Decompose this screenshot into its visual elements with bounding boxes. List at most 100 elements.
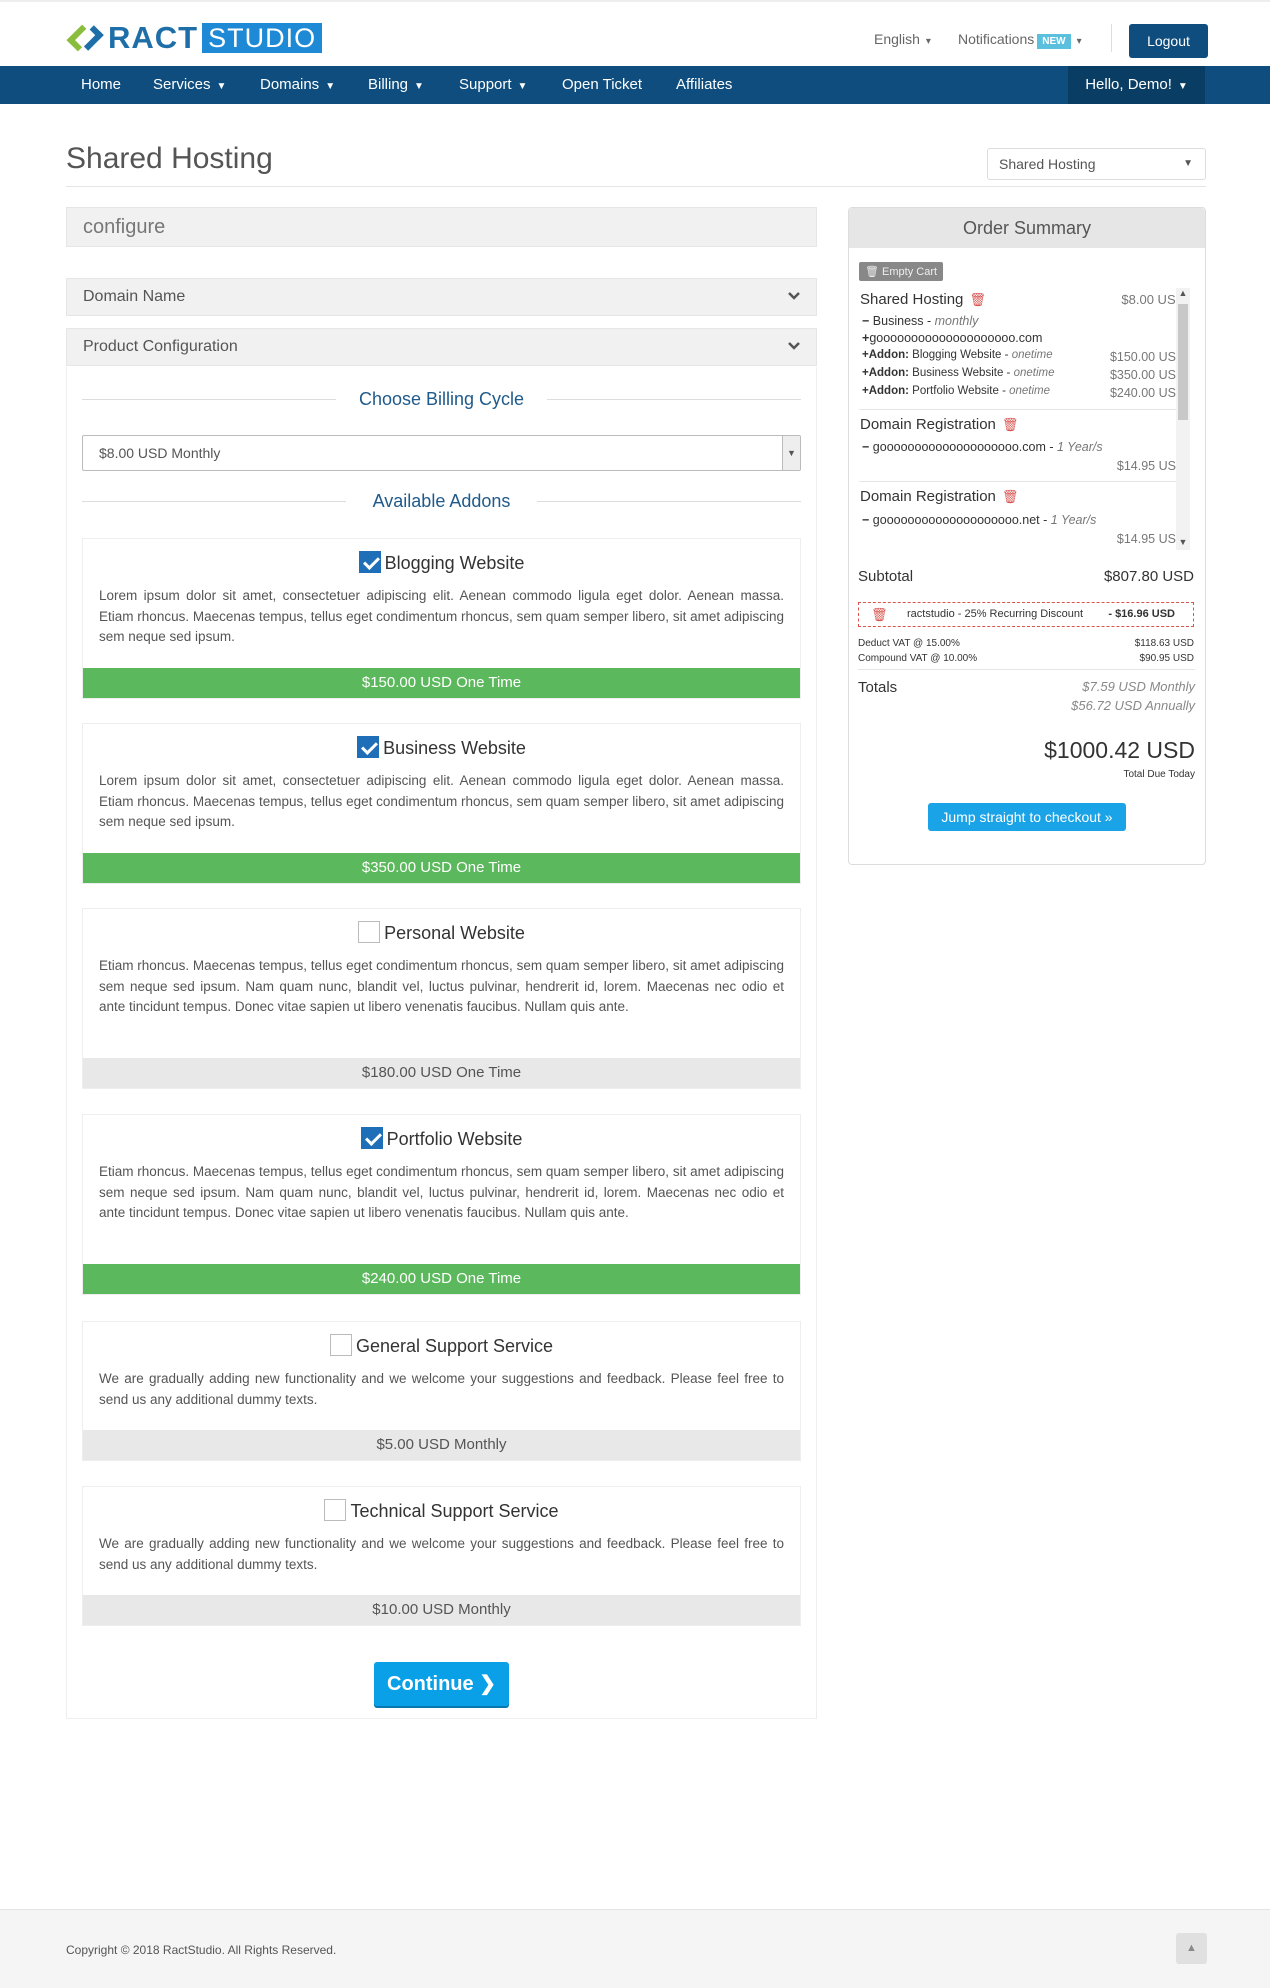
addon-label: Addon: bbox=[868, 367, 909, 379]
continue-button[interactable]: Continue ❯ bbox=[374, 1662, 509, 1706]
nav-billing[interactable]: Billing ▼ bbox=[368, 66, 424, 104]
minus-icon: − bbox=[862, 513, 870, 527]
tax-label: Deduct VAT @ 15.00% bbox=[858, 638, 960, 649]
nav-label: Support bbox=[459, 76, 512, 93]
addon-card-business[interactable]: Business Website Lorem ipsum dolor sit a… bbox=[82, 723, 801, 884]
addon-price: $10.00 USD Monthly bbox=[83, 1595, 800, 1625]
cart-addon: +Addon: Business Website - onetime bbox=[862, 367, 1055, 379]
cart-item-name: Shared Hosting 🗑 bbox=[860, 291, 986, 308]
total-due: $1000.42 USD bbox=[1044, 737, 1195, 763]
cart-item-domain: − goooooooooooooooooooo.com - 1 Year/s bbox=[862, 440, 1103, 454]
trash-icon[interactable]: 🗑 bbox=[1002, 417, 1019, 433]
cart-item-plan: − Business - monthly bbox=[862, 314, 979, 328]
addon-card-general-support[interactable]: General Support Service We are gradually… bbox=[82, 1321, 801, 1461]
cart-item-domain: − goooooooooooooooooooo.net - 1 Year/s bbox=[862, 513, 1097, 527]
recurring-annually: $56.72 USD Annually bbox=[1071, 698, 1195, 713]
domain-period: 1 Year/s bbox=[1050, 513, 1097, 527]
domain-text: goooooooooooooooooooo.net bbox=[872, 513, 1040, 527]
addon-card-personal[interactable]: Personal Website Etiam rhoncus. Maecenas… bbox=[82, 908, 801, 1089]
addon-card-blogging[interactable]: Blogging Website Lorem ipsum dolor sit a… bbox=[82, 538, 801, 699]
divider bbox=[859, 409, 1183, 410]
language-label: English bbox=[874, 31, 920, 47]
addon-description: We are gradually adding new functionalit… bbox=[99, 1536, 784, 1572]
checkout-button[interactable]: Jump straight to checkout » bbox=[928, 803, 1126, 831]
billing-cycle-value: $8.00 USD Monthly bbox=[99, 445, 221, 461]
nav-open-ticket[interactable]: Open Ticket bbox=[562, 66, 642, 104]
divider bbox=[66, 186, 1206, 187]
domain-text: goooooooooooooooooooo.com bbox=[872, 440, 1046, 454]
section-heading: Available Addons bbox=[82, 486, 801, 516]
cart-scrollbar[interactable]: ▲ ▼ bbox=[1176, 288, 1190, 550]
trash-icon[interactable]: 🗑 bbox=[969, 292, 986, 308]
addon-checkbox[interactable] bbox=[358, 551, 381, 573]
back-to-top-button[interactable]: ▲ bbox=[1176, 1933, 1207, 1964]
main-navbar: Home Services ▼ Domains ▼ Billing ▼ Support… bbox=[0, 66, 1270, 104]
chevron-down-icon bbox=[788, 292, 800, 300]
logout-button[interactable]: Logout bbox=[1129, 24, 1208, 58]
order-summary: Order Summary 🗑 Empty Cart Shared Hostin… bbox=[848, 207, 1206, 865]
logo-text: RACT bbox=[108, 20, 199, 55]
domain-name-accordion[interactable]: Domain Name bbox=[66, 278, 817, 316]
nav-services[interactable]: Services ▼ bbox=[153, 66, 226, 104]
chevron-up-icon: ▲ bbox=[1186, 1942, 1197, 1954]
addon-description: We are gradually adding new functionalit… bbox=[99, 1371, 784, 1407]
page-title: Shared Hosting bbox=[66, 142, 273, 175]
addon-checkbox[interactable] bbox=[329, 1334, 352, 1356]
chevron-down-icon bbox=[788, 342, 800, 350]
discount-label: ractstudio - 25% Recurring Discount bbox=[907, 608, 1084, 620]
cart-items-list[interactable]: Shared Hosting 🗑 $8.00 USD − Business - m… bbox=[859, 288, 1195, 550]
divider bbox=[858, 669, 1195, 670]
addon-price: $350.00 USD One Time bbox=[83, 853, 800, 883]
plan-cycle: monthly bbox=[934, 314, 979, 328]
category-select[interactable]: Shared Hosting ▼ bbox=[987, 148, 1206, 180]
accordion-label: Domain Name bbox=[83, 288, 186, 305]
addon-checkbox[interactable] bbox=[358, 921, 381, 943]
nav-home[interactable]: Home bbox=[81, 66, 121, 104]
notifications-dropdown[interactable]: Notifications NEW ▾ bbox=[958, 31, 1082, 49]
total-due-label: Total Due Today bbox=[1123, 769, 1195, 780]
addon-checkbox[interactable] bbox=[357, 736, 380, 758]
addon-name: General Support Service bbox=[355, 1336, 554, 1356]
tax-value: $118.63 USD bbox=[1134, 638, 1194, 649]
empty-cart-label: Empty Cart bbox=[882, 266, 938, 278]
nav-domains[interactable]: Domains ▼ bbox=[260, 66, 335, 104]
cart-item-name: Domain Registration 🗑 bbox=[860, 416, 1018, 433]
addon-name: Technical Support Service bbox=[350, 1501, 559, 1521]
nav-label: Open Ticket bbox=[562, 76, 643, 93]
divider bbox=[1111, 24, 1112, 52]
discount-row: 🗑 ractstudio - 25% Recurring Discount - … bbox=[858, 602, 1194, 627]
account-dropdown[interactable]: Hello, Demo! ▼ bbox=[1068, 66, 1205, 104]
trash-icon[interactable]: 🗑 bbox=[871, 603, 888, 626]
billing-cycle-select[interactable]: $8.00 USD Monthly ▼ bbox=[82, 435, 801, 471]
greeting-label: Hello, Demo! bbox=[1085, 76, 1172, 93]
tax-label: Compound VAT @ 10.00% bbox=[858, 653, 978, 664]
addon-title: Portfolio Website bbox=[83, 1127, 800, 1150]
scrollbar-thumb[interactable] bbox=[1178, 304, 1188, 420]
cart-addon-price: $150.00 USD bbox=[1109, 350, 1185, 364]
notifications-label: Notifications bbox=[958, 31, 1035, 47]
divider bbox=[859, 481, 1183, 482]
addon-card-portfolio[interactable]: Portfolio Website Etiam rhoncus. Maecena… bbox=[82, 1114, 801, 1295]
product-configuration-accordion[interactable]: Product Configuration bbox=[66, 328, 817, 366]
addon-title: Blogging Website bbox=[83, 551, 800, 574]
addon-price: $5.00 USD Monthly bbox=[83, 1430, 800, 1460]
language-dropdown[interactable]: English ▾ bbox=[874, 31, 931, 47]
scroll-up-icon[interactable]: ▲ bbox=[1176, 288, 1190, 298]
nav-affiliates[interactable]: Affiliates bbox=[676, 66, 732, 104]
addon-card-technical-support[interactable]: Technical Support Service We are gradual… bbox=[82, 1486, 801, 1626]
addon-price: $240.00 USD One Time bbox=[83, 1264, 800, 1294]
trash-icon[interactable]: 🗑 bbox=[1002, 489, 1019, 505]
caret-down-icon: ▼ bbox=[517, 81, 528, 92]
addon-checkbox[interactable] bbox=[360, 1127, 383, 1149]
scroll-down-icon[interactable]: ▼ bbox=[1176, 537, 1190, 547]
addon-description: Lorem ipsum dolor sit amet, consectetuer… bbox=[99, 588, 784, 644]
empty-cart-button[interactable]: 🗑 Empty Cart bbox=[859, 262, 944, 281]
logo[interactable]: RACT STUDIO bbox=[66, 20, 323, 55]
section-heading-text: Available Addons bbox=[354, 491, 529, 511]
section-heading: Choose Billing Cycle bbox=[82, 384, 801, 414]
plan-name: Business bbox=[872, 314, 924, 328]
nav-support[interactable]: Support ▼ bbox=[459, 66, 527, 104]
caret-down-icon: ▼ bbox=[1183, 158, 1193, 169]
addon-checkbox[interactable] bbox=[324, 1499, 347, 1521]
chevron-down-icon: ▼ bbox=[782, 436, 800, 470]
